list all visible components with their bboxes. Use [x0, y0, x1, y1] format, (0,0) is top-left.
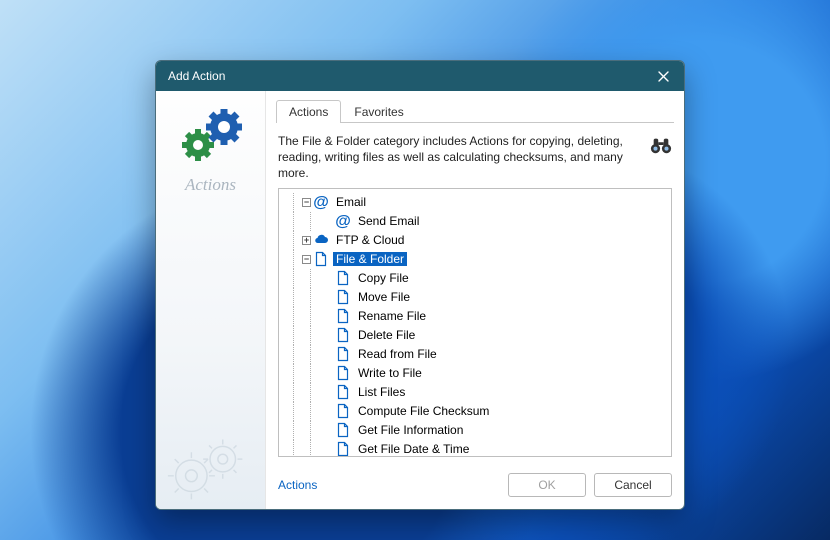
file-icon	[335, 289, 351, 305]
tree-guide	[319, 385, 333, 399]
add-action-dialog: Add Action	[155, 60, 685, 510]
tree-item-rename-file[interactable]: Rename File	[279, 307, 671, 326]
at-icon: @	[335, 213, 351, 229]
tree-item-label: Write to File	[355, 366, 425, 380]
tree-guide	[319, 423, 333, 437]
tree-guide	[319, 347, 333, 361]
tree-item-file-folder[interactable]: − File & Folder	[279, 250, 671, 269]
actions-help-link[interactable]: Actions	[278, 478, 317, 492]
tree-item-label: Email	[333, 195, 369, 209]
tree-item-label: Rename File	[355, 309, 429, 323]
titlebar[interactable]: Add Action	[156, 61, 684, 91]
tree-item-label: Copy File	[355, 271, 412, 285]
tree-guide	[319, 366, 333, 380]
gears-icon	[176, 109, 246, 169]
tree-item-label: Read from File	[355, 347, 440, 361]
expand-icon[interactable]: +	[302, 236, 311, 245]
tree-item-get-file-date-time[interactable]: Get File Date & Time	[279, 440, 671, 456]
svg-text:@: @	[335, 213, 351, 229]
file-icon	[335, 270, 351, 286]
tree-item-compute-file-checksum[interactable]: Compute File Checksum	[279, 402, 671, 421]
tab-actions[interactable]: Actions	[276, 100, 341, 123]
window-title: Add Action	[168, 69, 650, 83]
file-icon	[335, 327, 351, 343]
tree-item-label: Get File Date & Time	[355, 442, 472, 456]
tree-item-delete-file[interactable]: Delete File	[279, 326, 671, 345]
tree-item-list-files[interactable]: List Files	[279, 383, 671, 402]
svg-text:@: @	[313, 194, 329, 210]
tree-guide	[319, 290, 333, 304]
collapse-icon[interactable]: −	[302, 255, 311, 264]
tree-item-label: Send Email	[355, 214, 422, 228]
tree-guide	[319, 271, 333, 285]
at-icon: @	[313, 194, 329, 210]
file-icon	[335, 403, 351, 419]
tree-item-label: FTP & Cloud	[333, 233, 407, 247]
cancel-button[interactable]: Cancel	[594, 473, 672, 497]
tree-item-copy-file[interactable]: Copy File	[279, 269, 671, 288]
actions-tree-scroll[interactable]: −@Email@Send Email+FTP & Cloud−File & Fo…	[279, 189, 671, 456]
tree-item-label: File & Folder	[333, 252, 407, 266]
tab-strip: Actions Favorites	[266, 91, 684, 122]
file-icon	[313, 251, 329, 267]
tree-guide	[319, 442, 333, 456]
tree-guide	[319, 404, 333, 418]
file-icon	[335, 422, 351, 438]
sidebar-label: Actions	[185, 175, 236, 195]
tree-item-label: Get File Information	[355, 423, 466, 437]
tree-item-read-from-file[interactable]: Read from File	[279, 345, 671, 364]
tree-item-get-file-information[interactable]: Get File Information	[279, 421, 671, 440]
tree-item-label: List Files	[355, 385, 408, 399]
tree-item-label: Delete File	[355, 328, 418, 342]
file-icon	[335, 384, 351, 400]
collapse-icon[interactable]: −	[302, 198, 311, 207]
file-icon	[335, 346, 351, 362]
sidebar: Actions	[156, 91, 266, 509]
tree-item-move-file[interactable]: Move File	[279, 288, 671, 307]
category-description: The File & Folder category includes Acti…	[278, 133, 640, 182]
ok-button[interactable]: OK	[508, 473, 586, 497]
close-icon	[658, 71, 669, 82]
tree-item-label: Compute File Checksum	[355, 404, 492, 418]
tree-item-label: Move File	[355, 290, 413, 304]
close-button[interactable]	[650, 65, 676, 87]
cloud-icon	[313, 232, 329, 248]
tree-item-write-to-file[interactable]: Write to File	[279, 364, 671, 383]
tab-favorites[interactable]: Favorites	[341, 100, 416, 123]
file-icon	[335, 308, 351, 324]
tree-item-ftp-cloud[interactable]: + FTP & Cloud	[279, 231, 671, 250]
tree-guide	[319, 328, 333, 342]
actions-tree: −@Email@Send Email+FTP & Cloud−File & Fo…	[278, 188, 672, 457]
gears-watermark-icon	[162, 431, 260, 501]
dialog-footer: Actions OK Cancel	[266, 465, 684, 509]
tree-guide	[319, 309, 333, 323]
file-icon	[335, 365, 351, 381]
file-icon	[335, 441, 351, 456]
binoculars-icon[interactable]	[650, 135, 672, 155]
desktop-wallpaper: Add Action	[0, 0, 830, 540]
tree-item-send-email[interactable]: @ Send Email	[279, 212, 671, 231]
tree-guide	[319, 214, 333, 228]
main-panel: Actions Favorites The File & Folder cate…	[266, 91, 684, 509]
tree-item-email[interactable]: −@ Email	[279, 193, 671, 212]
